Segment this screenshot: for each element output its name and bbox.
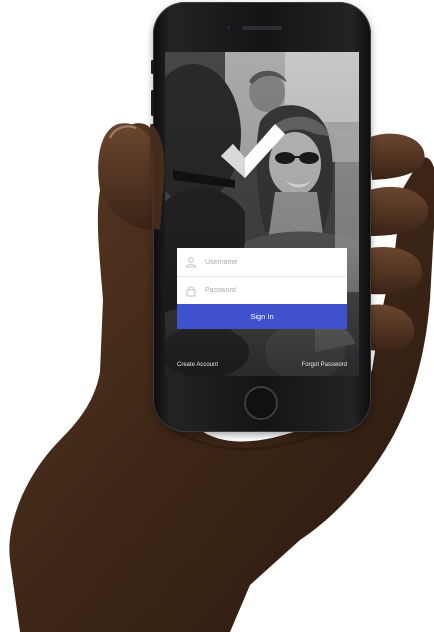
username-input[interactable] xyxy=(205,258,335,266)
phone-device: Sign In Create Account Forgot Password xyxy=(151,2,371,432)
forgot-password-link[interactable]: Forgot Password xyxy=(302,362,347,368)
phone-screen: Sign In Create Account Forgot Password xyxy=(165,52,359,376)
password-field[interactable] xyxy=(177,276,347,304)
front-camera xyxy=(225,24,232,31)
volume-down-button xyxy=(151,124,154,150)
mute-switch xyxy=(151,60,154,74)
password-input[interactable] xyxy=(205,287,335,294)
phone-mockup-scene: Sign In Create Account Forgot Password xyxy=(0,0,434,632)
earpiece-speaker xyxy=(242,26,282,30)
home-button[interactable] xyxy=(244,386,278,420)
login-form: Sign In xyxy=(177,248,347,329)
create-account-link[interactable]: Create Account xyxy=(177,362,218,368)
checkmark-logo-icon xyxy=(221,124,285,178)
lock-icon xyxy=(186,286,196,296)
username-field[interactable] xyxy=(177,248,347,276)
user-icon xyxy=(186,257,196,268)
volume-up-button xyxy=(151,90,154,116)
sign-in-button[interactable]: Sign In xyxy=(177,304,347,329)
